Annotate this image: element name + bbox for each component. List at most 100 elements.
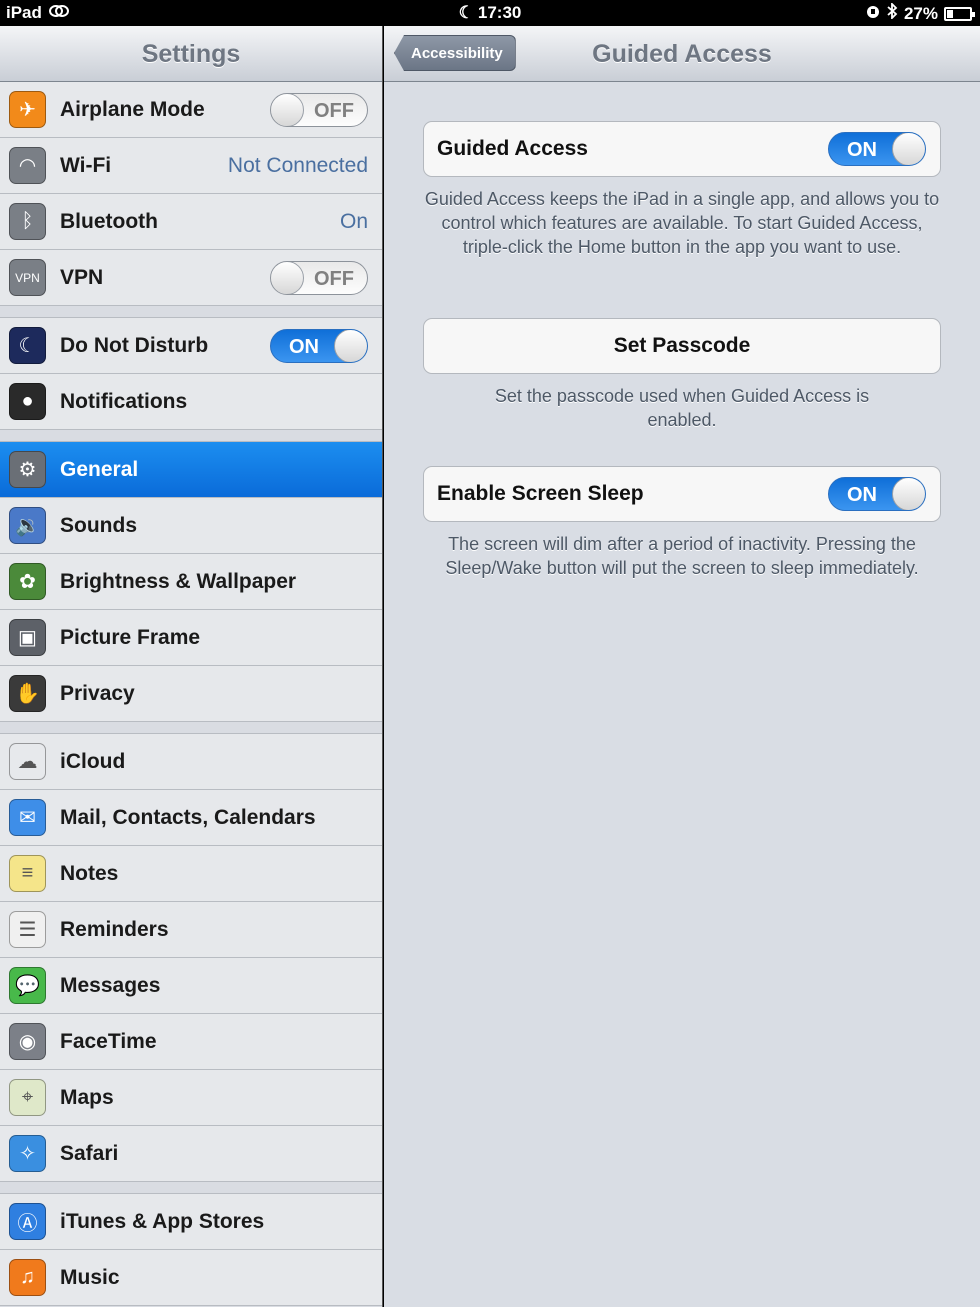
safari-icon: ✧ (9, 1135, 46, 1172)
detail-navbar: Accessibility Guided Access (384, 26, 980, 82)
toggle-state-text: OFF (314, 99, 354, 122)
sidebar-item-label: Airplane Mode (60, 97, 205, 121)
moon-icon: ☾ (9, 327, 46, 364)
guided-access-description: Guided Access keeps the iPad in a single… (424, 189, 940, 257)
settings-sidebar: Settings ✈ Airplane Mode OFF ◠ Wi-Fi Not Conn… (0, 26, 383, 1307)
detail-title: Guided Access (592, 40, 772, 68)
music-icon: ♫ (9, 1259, 46, 1296)
sidebar-title: Settings (141, 40, 241, 68)
airplane-icon: ✈ (9, 91, 46, 128)
sidebar-item-label: Notes (60, 861, 119, 885)
sidebar-item-icloud[interactable]: ☁ iCloud (0, 734, 382, 790)
set-passcode-button[interactable]: Set Passcode (423, 318, 941, 374)
sidebar-item-label: General (60, 457, 139, 481)
sidebar-item-label: Notifications (60, 389, 188, 413)
toggle-knob (271, 261, 304, 294)
sidebar-item-label: Reminders (60, 917, 169, 941)
messages-icon: 💬 (9, 967, 46, 1004)
passcode-description: Set the passcode used when Guided Access… (494, 386, 870, 430)
sidebar-item-itunes-app-stores[interactable]: ⒶiTunes & App Stores (0, 1194, 382, 1250)
sidebar-item-label: Brightness & Wallpaper (60, 569, 297, 593)
sidebar-item-label: Music (60, 1265, 120, 1289)
sidebar-item-airplane-mode[interactable]: ✈ Airplane Mode OFF (0, 82, 382, 138)
sidebar-item-music[interactable]: ♫ Music (0, 1250, 382, 1306)
sidebar-item-facetime[interactable]: ◉ FaceTime (0, 1014, 382, 1070)
guided-access-row: Guided Access ON (423, 121, 941, 177)
app-store-icon: Ⓐ (9, 1203, 46, 1240)
notifications-icon: ● (9, 383, 46, 420)
sidebar-item-notifications[interactable]: ● Notifications (0, 374, 382, 430)
group-separator (0, 306, 382, 318)
sidebar-item-do-not-disturb[interactable]: ☾ Do Not Disturb ON (0, 318, 382, 374)
toggle-knob (892, 478, 925, 510)
battery-percent: 27% (903, 3, 938, 23)
sidebar-item-label: Wi-Fi (60, 153, 112, 177)
sidebar-item-value: Not Connected (227, 153, 368, 177)
sidebar-item-label: Mail, Contacts, Calendars (60, 805, 316, 829)
hand-icon: ✋ (9, 675, 46, 712)
sidebar-item-brightness-wallpaper[interactable]: ✿ Brightness & Wallpaper (0, 554, 382, 610)
sidebar-item-vpn[interactable]: VPN VPN OFF (0, 250, 382, 306)
guided-access-toggle[interactable]: ON (828, 132, 926, 166)
sidebar-item-label: Privacy (60, 681, 135, 705)
sidebar-item-safari[interactable]: ✧ Safari (0, 1126, 382, 1182)
screen-sleep-row: Enable Screen Sleep ON (423, 466, 941, 522)
toggle-knob (271, 93, 304, 126)
toggle-state-text: ON (289, 335, 319, 358)
status-bar: iPad ☾ 17:30 27% (0, 0, 980, 26)
toggle-knob (892, 133, 925, 165)
sidebar-item-reminders[interactable]: ☰ Reminders (0, 902, 382, 958)
sidebar-item-label: Do Not Disturb (60, 333, 209, 357)
picture-frame-icon: ▣ (9, 619, 46, 656)
toggle-state-text: OFF (314, 267, 354, 290)
speaker-icon: 🔉 (9, 507, 46, 544)
facetime-icon: ◉ (9, 1023, 46, 1060)
sidebar-toggle[interactable]: ON (270, 328, 368, 363)
battery-icon (944, 6, 975, 21)
sidebar-item-label: Safari (60, 1141, 119, 1165)
sidebar-item-mail-contacts-calendars[interactable]: ✉ Mail, Contacts, Calendars (0, 790, 382, 846)
sidebar-item-privacy[interactable]: ✋ Privacy (0, 666, 382, 722)
flower-icon: ✿ (9, 563, 46, 600)
clock: 17:30 (477, 3, 522, 22)
maps-icon: ⌖ (9, 1079, 46, 1116)
sidebar-item-label: Messages (60, 973, 161, 997)
lock-rotation-icon (866, 4, 880, 24)
gear-icon: ⚙ (9, 451, 46, 488)
sidebar-item-bluetooth[interactable]: ᛒ Bluetooth On (0, 194, 382, 250)
mail-icon: ✉ (9, 799, 46, 836)
group-separator (0, 722, 382, 734)
sidebar-item-maps[interactable]: ⌖ Maps (0, 1070, 382, 1126)
sidebar-toggle[interactable]: OFF (270, 260, 368, 295)
toggle-state-text: ON (847, 484, 877, 506)
bluetooth-status-icon (886, 1, 898, 24)
sidebar-item-general[interactable]: ⚙ General (0, 442, 382, 498)
sidebar-item-label: iCloud (60, 749, 126, 773)
settings-list: ✈ Airplane Mode OFF ◠ Wi-Fi Not Connected ᛒ Blu… (0, 82, 382, 1306)
sidebar-item-label: Maps (60, 1085, 114, 1109)
sidebar-item-messages[interactable]: 💬 Messages (0, 958, 382, 1014)
sidebar-toggle[interactable]: OFF (270, 92, 368, 127)
group-separator (0, 430, 382, 442)
screen-sleep-toggle[interactable]: ON (828, 477, 926, 511)
sidebar-item-picture-frame[interactable]: ▣ Picture Frame (0, 610, 382, 666)
wifi-icon: ◠ (9, 147, 46, 184)
set-passcode-label: Set Passcode (613, 334, 751, 357)
moon-status-icon: ☾ (458, 3, 474, 22)
guided-access-label: Guided Access (437, 137, 588, 160)
sidebar-item-notes[interactable]: ≡ Notes (0, 846, 382, 902)
reminders-icon: ☰ (9, 911, 46, 948)
sidebar-item-sounds[interactable]: 🔉 Sounds (0, 498, 382, 554)
sidebar-item-label: VPN (60, 265, 104, 289)
sidebar-item-wi-fi[interactable]: ◠ Wi-Fi Not Connected (0, 138, 382, 194)
cloud-icon: ☁ (9, 743, 46, 780)
sidebar-item-label: iTunes & App Stores (60, 1209, 265, 1233)
sidebar-item-label: Picture Frame (60, 625, 201, 649)
vpn-icon: VPN (9, 259, 46, 296)
group-separator (0, 1182, 382, 1194)
sidebar-item-label: Sounds (60, 513, 137, 537)
sidebar-item-value: On (339, 209, 368, 233)
toggle-knob (334, 329, 367, 362)
sidebar-navbar: Settings (0, 26, 382, 82)
screen-sleep-description: The screen will dim after a period of in… (445, 534, 919, 578)
